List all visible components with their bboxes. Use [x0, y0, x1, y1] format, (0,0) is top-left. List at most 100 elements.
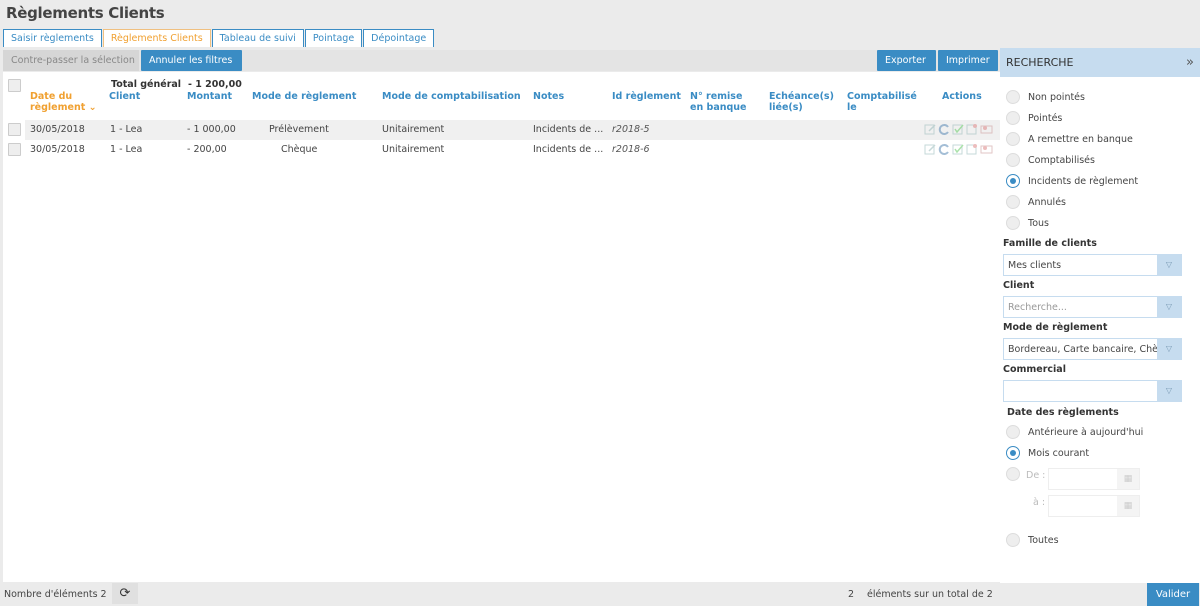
footer-bar: Nombre d'éléments 2 ⟳ 2 éléments sur un … [0, 583, 1200, 606]
table-row[interactable]: 30/05/2018 1 - Lea - 200,00 Chèque Unita… [25, 140, 1000, 160]
total-label: Total général [111, 79, 182, 90]
edit-icon[interactable] [924, 123, 937, 135]
radio-icon[interactable] [1006, 216, 1020, 230]
cancel-icon[interactable] [980, 123, 993, 135]
col-header-id[interactable]: Id règlement [612, 91, 681, 102]
search-panel-title: RECHERCHE [1006, 56, 1074, 69]
tab-pointage[interactable]: Pointage [304, 29, 363, 47]
radio-icon[interactable] [1006, 533, 1020, 547]
tab-saisir-reglements[interactable]: Saisir règlements [3, 29, 102, 47]
tab-depointage[interactable]: Dépointage [363, 29, 435, 47]
cancel-icon[interactable] [980, 143, 993, 155]
col-header-accounted[interactable]: Comptabilisé le [847, 91, 917, 113]
commercial-select[interactable]: ▽ [1003, 380, 1182, 402]
radio-icon[interactable] [1006, 467, 1020, 481]
calendar-icon[interactable]: ▦ [1117, 469, 1139, 489]
date-option-toutes[interactable]: Toutes [1006, 533, 1059, 547]
tab-reglements-clients[interactable]: Règlements Clients [102, 29, 211, 47]
col-header-payment-mode[interactable]: Mode de règlement [252, 91, 356, 102]
validate-button[interactable]: Valider [1147, 583, 1199, 606]
payments-table: Total général - 1 200,00 Date du règleme… [3, 72, 1000, 582]
chevron-down-icon[interactable]: ▽ [1157, 297, 1181, 317]
radio-icon[interactable] [1006, 90, 1020, 104]
date-option-range[interactable] [1006, 467, 1028, 481]
family-label: Famille de clients [1003, 238, 1097, 249]
to-date-input[interactable]: ▦ [1048, 495, 1140, 517]
radio-icon[interactable] [1006, 111, 1020, 125]
status-option-non-pointes[interactable]: Non pointés [1006, 90, 1085, 104]
radio-icon[interactable] [1006, 132, 1020, 146]
cell-accounting-mode: Unitairement [382, 124, 445, 135]
from-date-input[interactable]: ▦ [1048, 468, 1140, 490]
col-header-actions: Actions [942, 91, 982, 102]
cell-amount: - 1 000,00 [187, 124, 236, 135]
chevron-down-icon[interactable]: ▽ [1157, 255, 1181, 275]
status-option-tous[interactable]: Tous [1006, 216, 1049, 230]
table-row[interactable]: 30/05/2018 1 - Lea - 1 000,00 Prélèvemen… [25, 120, 1000, 140]
element-count: Nombre d'éléments 2 [4, 589, 107, 600]
page-title: Règlements Clients [6, 4, 165, 22]
radio-icon[interactable] [1006, 195, 1020, 209]
col-header-date[interactable]: Date du règlement ⌄ [30, 91, 100, 113]
col-header-amount[interactable]: Montant [187, 91, 232, 102]
cancel-filters-button[interactable]: Annuler les filtres [141, 50, 242, 71]
refresh-icon[interactable] [938, 143, 951, 155]
chevron-down-icon[interactable]: ▽ [1157, 381, 1181, 401]
cell-payment-mode: Chèque [281, 144, 318, 155]
col-header-notes[interactable]: Notes [533, 91, 564, 102]
calendar-icon[interactable]: ▦ [1117, 496, 1139, 516]
edit-icon[interactable] [924, 143, 937, 155]
chevron-down-icon[interactable]: ▽ [1157, 339, 1181, 359]
col-header-client[interactable]: Client [109, 91, 140, 102]
validate-icon[interactable] [952, 143, 965, 155]
radio-checked-icon[interactable] [1006, 446, 1020, 460]
reverse-selection-button[interactable]: Contre-passer la sélection [3, 50, 139, 71]
print-button[interactable]: Imprimer [938, 50, 998, 71]
cell-accounting-mode: Unitairement [382, 144, 445, 155]
validate-icon[interactable] [952, 123, 965, 135]
date-option-anterieure[interactable]: Antérieure à aujourd'hui [1006, 425, 1143, 439]
date-label: Date des règlements [1007, 407, 1119, 418]
cell-amount: - 200,00 [187, 144, 227, 155]
tab-tableau-de-suivi[interactable]: Tableau de suivi [211, 29, 304, 47]
cell-notes: Incidents de ... [533, 144, 604, 155]
refresh-button[interactable]: ⟳ [112, 583, 138, 604]
client-label: Client [1003, 280, 1035, 291]
page-count: 2 [848, 589, 855, 600]
status-option-comptabilises[interactable]: Comptabilisés [1006, 153, 1095, 167]
payment-mode-select[interactable]: Bordereau, Carte bancaire, Chèq ▽ [1003, 338, 1182, 360]
radio-icon[interactable] [1006, 425, 1020, 439]
client-select[interactable]: Recherche... ▽ [1003, 296, 1182, 318]
cell-id: r2018-6 [612, 144, 650, 155]
collapse-panel-icon[interactable]: » [1186, 55, 1194, 70]
refresh-icon[interactable] [938, 123, 951, 135]
cell-client: 1 - Lea [110, 144, 143, 155]
select-all-checkbox[interactable] [8, 79, 21, 92]
cell-notes: Incidents de ... [533, 124, 604, 135]
radio-checked-icon[interactable] [1006, 174, 1020, 188]
search-panel-header: RECHERCHE » [1000, 48, 1200, 77]
to-label: à : [1033, 497, 1046, 508]
status-option-annules[interactable]: Annulés [1006, 195, 1066, 209]
sort-desc-icon: ⌄ [88, 102, 97, 113]
col-header-accounting-mode[interactable]: Mode de comptabilisation [382, 91, 521, 102]
radio-icon[interactable] [1006, 153, 1020, 167]
status-option-a-remettre[interactable]: A remettre en banque [1006, 132, 1133, 146]
col-header-due[interactable]: Echéance(s) liée(s) [769, 91, 834, 113]
toolbar: Contre-passer la sélection Annuler les f… [3, 50, 1000, 71]
edit-note-icon[interactable] [966, 143, 979, 155]
cell-payment-mode: Prélèvement [269, 124, 329, 135]
edit-note-icon[interactable] [966, 123, 979, 135]
row-checkbox[interactable] [8, 123, 21, 136]
tab-bar: Saisir règlements Règlements Clients Tab… [3, 29, 435, 47]
export-button[interactable]: Exporter [877, 50, 936, 71]
family-select[interactable]: Mes clients ▽ [1003, 254, 1182, 276]
payment-mode-label: Mode de règlement [1003, 322, 1108, 333]
refresh-icon: ⟳ [119, 586, 131, 601]
status-option-pointes[interactable]: Pointés [1006, 111, 1062, 125]
status-option-incidents[interactable]: Incidents de règlement [1006, 174, 1138, 188]
col-header-bank-remit[interactable]: N° remise en banque [690, 91, 755, 113]
cell-client: 1 - Lea [110, 124, 143, 135]
row-checkbox[interactable] [8, 143, 21, 156]
date-option-mois-courant[interactable]: Mois courant [1006, 446, 1089, 460]
